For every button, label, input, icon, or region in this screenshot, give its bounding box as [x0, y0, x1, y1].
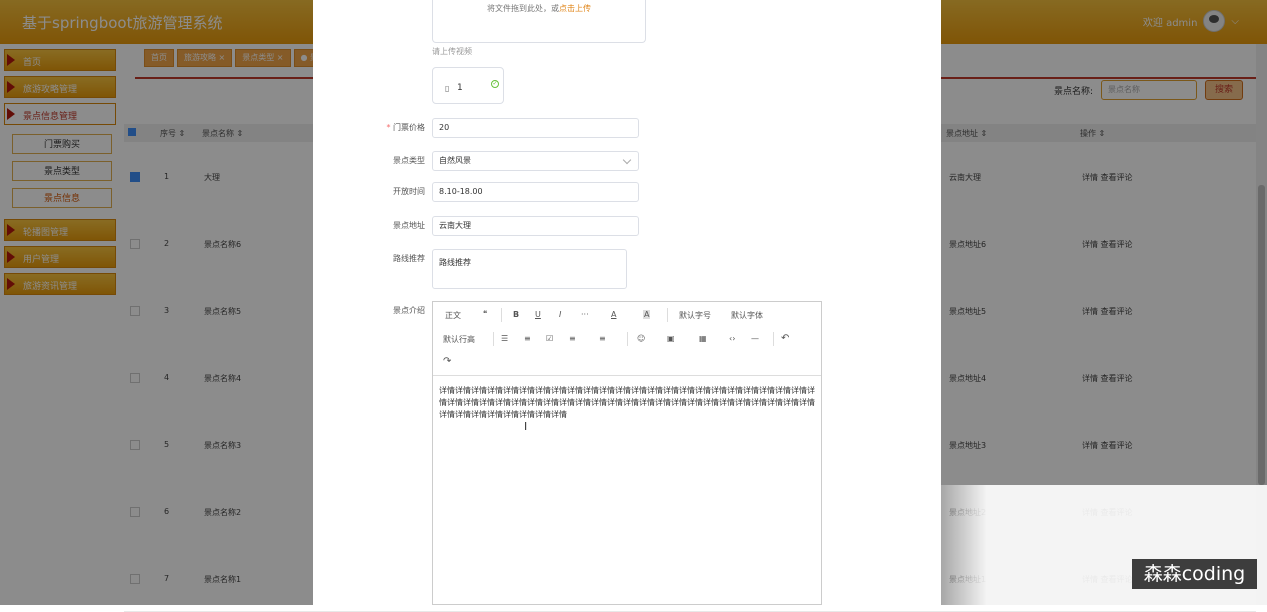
font-family-dropdown[interactable]: 默认字体 [731, 310, 763, 321]
chevron-down-icon [622, 155, 632, 165]
editor-toolbar: 正文 ❝ B U I ··· A A 默认字号 默认字体 默认行高 ☰ ≡ ☑ … [433, 302, 821, 376]
align-icon[interactable]: ≡ [569, 334, 576, 343]
font-size-dropdown[interactable]: 默认字号 [679, 310, 711, 321]
route-label: 路线推荐 [393, 254, 425, 263]
price-field[interactable]: 20 [432, 118, 639, 138]
hours-label: 开放时间 [393, 187, 425, 196]
upload-hint: 将文件拖到此处，或 [487, 4, 559, 13]
type-select[interactable]: 自然风景 [432, 151, 639, 171]
italic-icon[interactable]: I [559, 310, 561, 319]
emoji-icon[interactable]: ☺ [637, 334, 645, 343]
undo-icon[interactable]: ↶ [781, 333, 789, 344]
text-cursor-icon: I [524, 420, 528, 433]
todo-icon[interactable]: ☑ [546, 334, 553, 343]
quote-icon[interactable]: ❝ [483, 309, 487, 318]
divider-icon[interactable]: — [751, 334, 759, 343]
image-icon[interactable]: ▣ [667, 334, 675, 343]
file-name: 1 [457, 83, 463, 93]
uploaded-file[interactable]: ▯ 1 ✓ [432, 67, 504, 104]
code-icon[interactable]: ‹› [729, 334, 735, 343]
address-field[interactable]: 云南大理 [432, 216, 639, 236]
numbered-list-icon[interactable]: ≡ [524, 334, 531, 343]
upload-link[interactable]: 点击上传 [559, 4, 591, 13]
redo-icon[interactable]: ↷ [443, 356, 451, 367]
paragraph-dropdown[interactable]: 正文 [445, 310, 461, 321]
underline-icon[interactable]: U [535, 310, 541, 319]
upload-dropzone[interactable]: 将文件拖到此处，或点击上传 [432, 0, 646, 43]
upload-label: 请上传视频 [432, 47, 472, 56]
line-height-dropdown[interactable]: 默认行高 [443, 334, 475, 345]
bold-icon[interactable]: B [513, 310, 519, 319]
check-circle-icon: ✓ [491, 80, 499, 88]
address-label: 景点地址 [393, 221, 425, 230]
file-icon: ▯ [445, 84, 450, 93]
type-label: 景点类型 [393, 156, 425, 165]
intro-label: 景点介绍 [393, 306, 425, 315]
bullet-list-icon[interactable]: ☰ [501, 334, 508, 343]
bg-color-icon[interactable]: A [643, 310, 651, 319]
indent-icon[interactable]: ≡ [599, 334, 606, 343]
editor-content[interactable]: 详情详情详情详情详情详情详情详情详情详情详情详情详情详情详情详情详情详情详情详情… [439, 385, 817, 421]
hours-field[interactable]: 8.10-18.00 [432, 182, 639, 202]
rich-text-editor: 正文 ❝ B U I ··· A A 默认字号 默认字体 默认行高 ☰ ≡ ☑ … [432, 301, 822, 605]
price-label: * 门票价格 [386, 123, 425, 132]
font-color-icon[interactable]: A [611, 310, 616, 319]
table-icon[interactable]: ▦ [699, 334, 707, 343]
more-icon[interactable]: ··· [581, 310, 589, 319]
watermark: 森森coding [1132, 559, 1257, 589]
route-textarea[interactable]: 路线推荐 [432, 249, 627, 289]
